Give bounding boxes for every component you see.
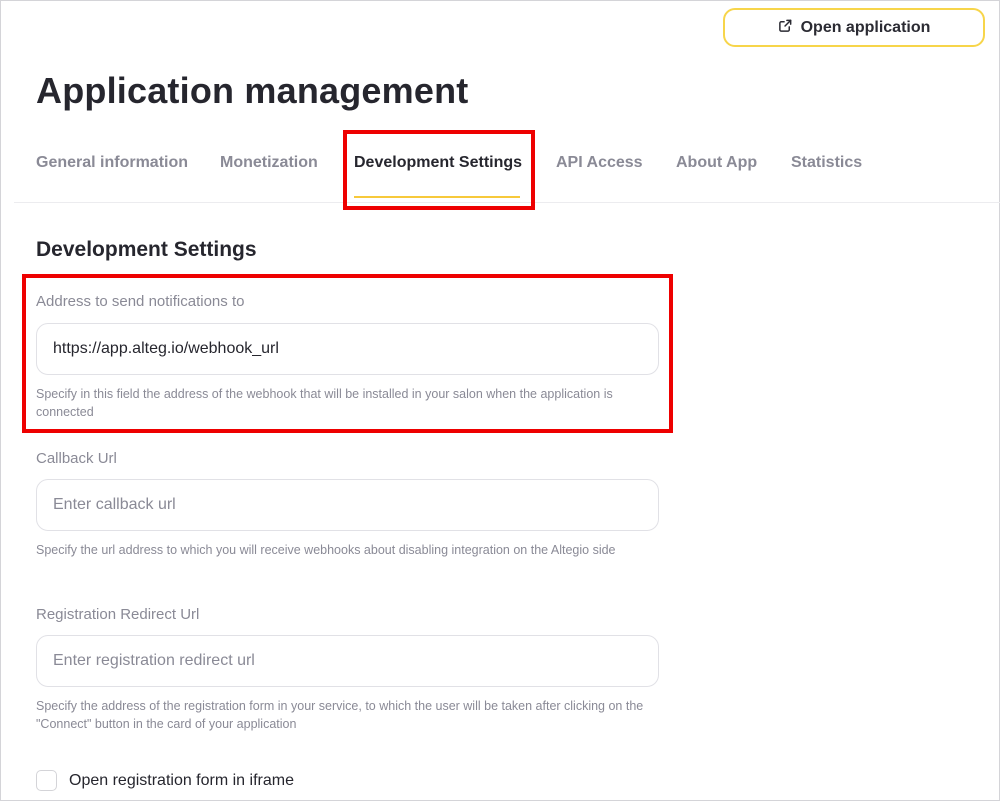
- external-link-icon: [778, 18, 793, 38]
- tab-monetization[interactable]: Monetization: [220, 154, 318, 172]
- tab-development-settings[interactable]: Development Settings: [354, 154, 522, 172]
- tab-api-access[interactable]: API Access: [556, 154, 643, 172]
- tabs-divider: [14, 202, 1000, 203]
- iframe-checkbox-label: Open registration form in iframe: [69, 771, 294, 789]
- iframe-checkbox[interactable]: [36, 770, 57, 791]
- section-title: Development Settings: [36, 238, 257, 261]
- tab-statistics[interactable]: Statistics: [791, 154, 862, 172]
- registration-redirect-url-hint: Specify the address of the registration …: [36, 699, 644, 731]
- notifications-address-hint: Specify in this field the address of the…: [36, 387, 613, 419]
- callback-url-input[interactable]: [36, 479, 659, 531]
- tab-general-information[interactable]: General information: [36, 154, 188, 172]
- open-application-button[interactable]: Open application: [723, 8, 985, 47]
- callback-url-label: Callback Url: [36, 450, 117, 467]
- tab-about-app[interactable]: About App: [676, 154, 757, 172]
- registration-redirect-url-input[interactable]: [36, 635, 659, 687]
- open-application-label: Open application: [800, 18, 931, 36]
- notifications-address-input[interactable]: [36, 323, 659, 375]
- active-tab-indicator: [354, 196, 520, 198]
- notifications-address-label: Address to send notifications to: [36, 293, 245, 310]
- registration-redirect-url-label: Registration Redirect Url: [36, 606, 200, 623]
- callback-url-hint: Specify the url address to which you wil…: [36, 543, 616, 557]
- page-title: Application management: [36, 70, 469, 111]
- iframe-checkbox-row[interactable]: Open registration form in iframe: [36, 770, 294, 791]
